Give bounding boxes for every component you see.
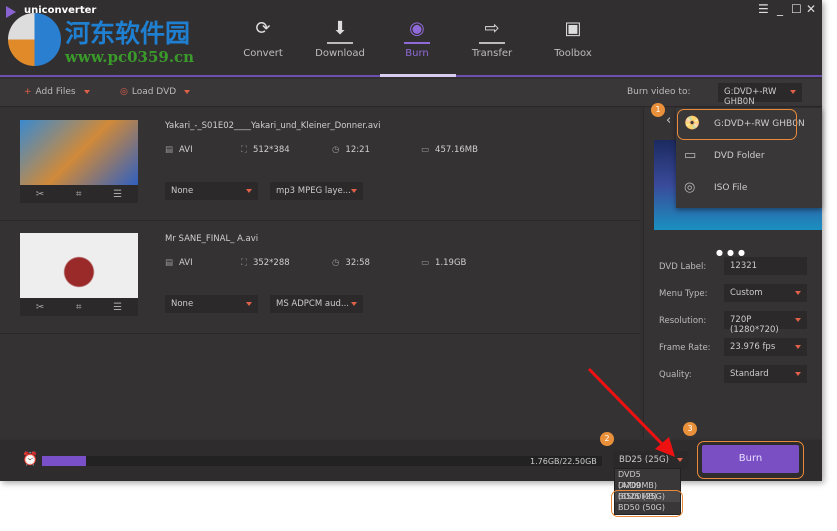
chevron-down-icon: [795, 318, 801, 322]
active-tab-indicator: [380, 74, 456, 77]
plus-icon: +: [24, 87, 32, 97]
chevron-down-icon: [795, 291, 801, 295]
chevron-down-icon: [184, 89, 191, 94]
resolution-icon: ⛶: [241, 145, 247, 155]
chevron-down-icon: [351, 302, 357, 306]
menu-item-dvd-folder[interactable]: ▭ DVD Folder: [676, 140, 822, 172]
app-window: uniconverter 河东软件园 www.pc0359.cn ⟳ Conver…: [0, 0, 822, 481]
file-item: ✂ ⌗ ☰ Yakari_-_S01E02____Yakari_und_Kleine…: [0, 108, 640, 221]
step-badge: 1: [651, 103, 665, 117]
disc-icon: ◎: [120, 87, 128, 97]
audio-select[interactable]: mp3 MPEG laye...: [270, 182, 363, 200]
red-arrow-icon: [587, 367, 675, 457]
toolbox-icon: ▣: [564, 18, 582, 39]
app-logo-icon: [6, 6, 16, 18]
convert-icon: ⟳: [255, 18, 271, 39]
highlight-burn-button: [697, 441, 804, 479]
header: uniconverter 河东软件园 www.pc0359.cn ⟳ Conver…: [0, 0, 822, 77]
tab-burn[interactable]: ◉ Burn: [382, 18, 452, 59]
maximize-icon[interactable]: ☐: [791, 2, 802, 16]
edit-tools: ✂ ⌗ ☰: [20, 185, 138, 203]
clock-icon: ◷: [332, 145, 340, 155]
file-name: Yakari_-_S01E02____Yakari_und_Kleiner_Do…: [165, 121, 381, 131]
frame-rate-select[interactable]: 23.976 fps: [724, 338, 807, 356]
quality-select[interactable]: Standard: [724, 365, 807, 383]
close-icon[interactable]: ✕: [806, 2, 816, 16]
disc-usage-fill: [42, 456, 86, 466]
chevron-down-icon: [790, 90, 796, 94]
burn-icon: ◉: [409, 18, 425, 39]
crop-icon[interactable]: ⌗: [76, 189, 82, 200]
subtitle-select[interactable]: None: [165, 182, 258, 200]
toolbar: + Add Files ◎ Load DVD Burn video to: G:DV…: [0, 79, 822, 107]
file-item: ✂ ⌗ ☰ Mr SANE_FINAL_ A.avi ▤ AVI ⛶ 352*288 ◷…: [0, 221, 640, 334]
crop-icon[interactable]: ⌗: [76, 302, 82, 313]
option-dvd5[interactable]: DVD5 (4700MB): [615, 469, 680, 490]
film-icon: ▤: [165, 258, 174, 268]
watermark-name: 河东软件园: [65, 19, 191, 48]
step-badge: 3: [683, 422, 697, 436]
highlight-bd-options: [611, 490, 683, 517]
effects-icon[interactable]: ☰: [113, 189, 122, 200]
resolution-select[interactable]: 720P (1280*720): [724, 311, 807, 335]
add-files-button[interactable]: + Add Files: [24, 87, 90, 97]
chevron-down-icon: [83, 89, 90, 94]
resolution-label: Resolution:: [659, 316, 707, 326]
chevron-down-icon: [795, 345, 801, 349]
dvd-label-input[interactable]: 12321: [724, 257, 807, 275]
menu-item-iso-file[interactable]: ◎ ISO File: [676, 172, 822, 204]
chevron-down-icon: [795, 372, 801, 376]
video-thumbnail[interactable]: [20, 120, 138, 185]
minimize-icon[interactable]: _: [777, 2, 783, 16]
subtitle-select[interactable]: None: [165, 295, 258, 313]
tab-toolbox[interactable]: ▣ Toolbox: [538, 18, 608, 59]
frame-rate-label: Frame Rate:: [659, 343, 711, 353]
trim-icon[interactable]: ✂: [36, 189, 44, 200]
effects-icon[interactable]: ☰: [113, 302, 122, 313]
chevron-down-icon: [246, 302, 252, 306]
tab-transfer[interactable]: ⇨ Transfer: [457, 18, 527, 59]
menu-type-select[interactable]: Custom: [724, 284, 807, 302]
alarm-clock-icon[interactable]: ⏰: [22, 452, 38, 467]
watermark-url: www.pc0359.cn: [65, 48, 195, 66]
trim-icon[interactable]: ✂: [36, 302, 44, 313]
audio-select[interactable]: MS ADPCM aud...: [270, 295, 363, 313]
edit-tools: ✂ ⌗ ☰: [20, 298, 138, 316]
highlight-dvd-drive: [677, 109, 797, 140]
clock-icon: ◷: [332, 258, 340, 268]
watermark-logo-icon: [8, 13, 61, 66]
chevron-down-icon: [246, 189, 252, 193]
folder-icon: ▭: [684, 148, 697, 163]
burn-target-select[interactable]: G:DVD+-RW GHB0N: [718, 83, 802, 107]
disc-icon: ◎: [684, 180, 696, 195]
file-name: Mr SANE_FINAL_ A.avi: [165, 234, 259, 244]
film-icon: ▤: [165, 145, 174, 155]
folder-icon: ▭: [421, 145, 430, 155]
chevron-left-icon[interactable]: ‹: [666, 113, 671, 128]
menu-type-label: Menu Type:: [659, 289, 708, 299]
download-icon: ⬇: [332, 18, 348, 39]
folder-icon: ▭: [421, 258, 430, 268]
menu-icon[interactable]: ☰: [758, 2, 769, 16]
pager-dots[interactable]: ●●●: [716, 248, 749, 257]
file-list: ✂ ⌗ ☰ Yakari_-_S01E02____Yakari_und_Kleine…: [0, 108, 640, 438]
dvd-label-label: DVD Label:: [659, 262, 707, 272]
transfer-icon: ⇨: [484, 18, 500, 39]
tab-convert[interactable]: ⟳ Convert: [228, 18, 298, 59]
tab-download[interactable]: ⬇ Download: [305, 18, 375, 59]
resolution-icon: ⛶: [241, 258, 247, 268]
video-thumbnail[interactable]: [20, 233, 138, 298]
chevron-down-icon: [351, 189, 357, 193]
disc-usage-bar: [42, 456, 602, 466]
load-dvd-button[interactable]: ◎ Load DVD: [120, 87, 191, 97]
burn-to-label: Burn video to:: [627, 87, 691, 97]
